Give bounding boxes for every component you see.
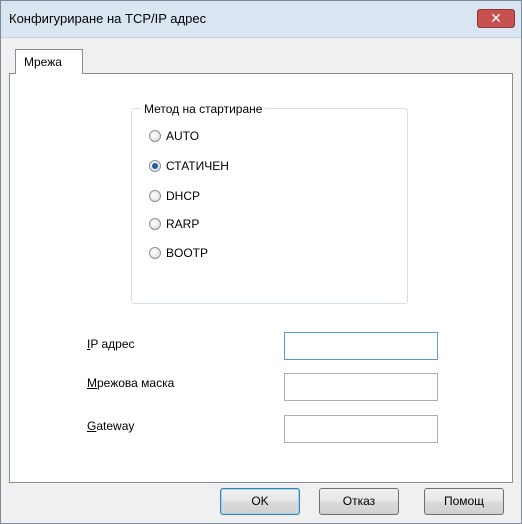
subnet-mask-label-mnemonic: М xyxy=(87,376,97,390)
subnet-mask-label-text: режова маска xyxy=(97,376,175,390)
ip-address-field[interactable] xyxy=(284,332,438,360)
radio-auto[interactable]: AUTO xyxy=(149,128,199,144)
radio-unchecked-icon xyxy=(149,247,161,259)
gateway-label-text: ateway xyxy=(96,419,135,433)
radio-checked-icon xyxy=(149,160,161,172)
radio-dhcp[interactable]: DHCP xyxy=(149,188,200,204)
title-bar[interactable]: Конфигуриране на TCP/IP адрес ✕ xyxy=(1,1,521,38)
subnet-mask-field[interactable] xyxy=(284,373,438,401)
gateway-input[interactable] xyxy=(285,416,437,442)
radio-auto-label: AUTO xyxy=(166,129,200,143)
radio-bootp-label: BOOTP xyxy=(166,246,209,260)
boot-method-group-label: Метод на стартиране xyxy=(141,102,266,116)
gateway-label-mnemonic: G xyxy=(87,419,97,433)
window-title: Конфигуриране на TCP/IP адрес xyxy=(9,11,207,26)
ip-address-label-text: P адрес xyxy=(90,337,135,351)
ip-address-label: IP адрес xyxy=(87,337,135,351)
ok-button[interactable]: OK xyxy=(220,488,300,515)
gateway-label: Gateway xyxy=(87,419,134,433)
close-icon: ✕ xyxy=(490,10,502,26)
radio-static[interactable]: СТАТИЧЕН xyxy=(149,158,229,174)
tab-network-label: Мрежа xyxy=(24,55,62,69)
radio-rarp-label: RARP xyxy=(166,217,200,231)
subnet-mask-input[interactable] xyxy=(285,374,437,400)
subnet-mask-label: Мрежова маска xyxy=(87,376,174,390)
help-button[interactable]: Помощ xyxy=(424,488,504,515)
ip-address-input[interactable] xyxy=(285,333,437,359)
tab-network[interactable]: Мрежа xyxy=(15,49,83,74)
tcpip-config-dialog: Конфигуриране на TCP/IP адрес ✕ Мрежа Ме… xyxy=(0,0,522,524)
cancel-button[interactable]: Отказ xyxy=(319,488,399,515)
radio-dhcp-label: DHCP xyxy=(166,189,201,203)
radio-static-label: СТАТИЧЕН xyxy=(166,159,229,173)
gateway-field[interactable] xyxy=(284,415,438,443)
radio-unchecked-icon xyxy=(149,190,161,202)
close-button[interactable]: ✕ xyxy=(477,9,515,28)
radio-unchecked-icon xyxy=(149,130,161,142)
radio-rarp[interactable]: RARP xyxy=(149,216,199,232)
radio-unchecked-icon xyxy=(149,218,161,230)
radio-bootp[interactable]: BOOTP xyxy=(149,245,208,261)
